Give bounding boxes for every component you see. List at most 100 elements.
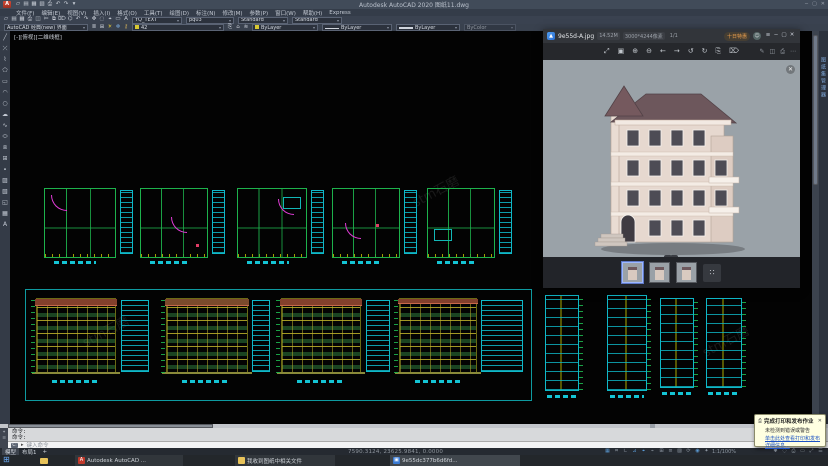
viewer-promo-button[interactable]: 十日特惠 xyxy=(724,32,750,41)
plan-legend-5[interactable] xyxy=(499,190,512,254)
copy-image-icon[interactable]: ⎘ xyxy=(715,48,721,55)
transparency-icon[interactable]: ▨ xyxy=(676,448,683,455)
floor-plan-drawing-4[interactable] xyxy=(332,188,400,258)
copy-icon[interactable]: ⧉ xyxy=(50,17,58,24)
plot-tray-icon[interactable]: ⎙ xyxy=(790,448,797,455)
viewer-menu-icon[interactable]: ≡ xyxy=(764,33,772,40)
tab-layout1[interactable]: 布局1 xyxy=(19,448,40,455)
revcloud-icon[interactable]: ☁ xyxy=(1,110,10,119)
thumbnail-grid-button[interactable]: ∷ xyxy=(703,264,721,282)
elevation-drawing-1[interactable] xyxy=(36,298,116,374)
edit-image-icon[interactable]: ✎ xyxy=(759,49,764,55)
viewer-titlebar[interactable]: ▲ 9e55d-A.jpg 14.52M 3000*4244像素 1/1 十日特… xyxy=(543,29,800,43)
redo-icon[interactable]: ↷ xyxy=(82,17,90,24)
plan-legend-1[interactable] xyxy=(120,190,133,254)
floor-plan-drawing-5[interactable] xyxy=(427,188,495,258)
annotation-monitor-icon[interactable]: ◌ xyxy=(781,448,788,455)
polyline-icon[interactable]: ⌇ xyxy=(1,55,10,64)
maximize-button[interactable]: ▢ xyxy=(812,2,817,7)
command-menu-icon[interactable]: ☰ xyxy=(2,436,6,440)
section-drawing-2[interactable] xyxy=(607,295,647,391)
layer-lock-icon[interactable]: ⚷ xyxy=(122,24,130,31)
print-image-icon[interactable]: ⎙ xyxy=(780,49,785,55)
layer-on-icon[interactable]: ☀ xyxy=(106,24,114,31)
text-style-combo[interactable]: YQ_TEXT▾ xyxy=(132,17,182,24)
floor-plan-drawing-1[interactable] xyxy=(44,188,116,258)
grid-icon[interactable]: ▦ xyxy=(604,448,611,455)
snap-icon[interactable]: ⌗ xyxy=(613,448,620,455)
plan-legend-3[interactable] xyxy=(311,190,324,254)
rotate-left-icon[interactable]: ↺ xyxy=(688,48,694,55)
plan-legend-4[interactable] xyxy=(404,190,417,254)
viewer-close-icon[interactable]: ✕ xyxy=(788,33,796,40)
zoom-out-icon[interactable]: ⊖ xyxy=(646,48,652,55)
command-wrench-icon[interactable]: ✦ xyxy=(2,430,5,434)
workspace-switch-icon[interactable]: ✱ xyxy=(772,448,779,455)
arc-icon[interactable]: ◠ xyxy=(1,88,10,97)
command-history[interactable]: 命令:命令: xyxy=(8,428,828,441)
file-explorer-icon[interactable] xyxy=(40,458,48,464)
thumbnail-3[interactable] xyxy=(676,262,697,283)
redo-icon[interactable]: ↷ xyxy=(62,1,70,8)
autoscale-icon[interactable]: ✦ xyxy=(703,448,710,455)
zoom-realtime-icon[interactable]: ◌ xyxy=(98,17,106,24)
table-icon[interactable]: ▦ xyxy=(1,209,10,218)
viewer-minimize-icon[interactable]: ─ xyxy=(772,33,780,40)
save-icon[interactable]: ▦ xyxy=(18,17,26,24)
saveas-icon[interactable]: ▧ xyxy=(38,1,46,8)
insert-block-icon[interactable]: ⧈ xyxy=(1,143,10,152)
point-icon[interactable]: ∙ xyxy=(1,165,10,174)
isolate-objects-icon[interactable]: ▭ xyxy=(799,448,806,455)
make-current-icon[interactable]: ⎘ xyxy=(226,24,234,31)
viewer-overlay-close-icon[interactable]: ✕ xyxy=(786,65,795,74)
prev-image-icon[interactable]: ← xyxy=(660,48,666,55)
menu-express[interactable]: Express xyxy=(329,10,350,16)
viewer-image-area[interactable]: ✕ xyxy=(543,60,800,257)
plot-icon[interactable]: ⎙ xyxy=(26,17,34,24)
minimize-button[interactable]: ─ xyxy=(805,2,808,7)
elevation-drawing-3[interactable] xyxy=(281,298,361,374)
popup-details-link[interactable]: 单击此处查看打印和发布详细信息... xyxy=(765,435,822,449)
previous-layer-icon[interactable]: ⌂ xyxy=(234,24,242,31)
start-button[interactable]: ⊞ xyxy=(3,456,10,464)
match-properties-icon[interactable]: ⌬ xyxy=(66,17,74,24)
text-style-icon[interactable]: A xyxy=(122,17,130,24)
taskbar-item-image-viewer[interactable]: ▣ 9e55dc377b6d6fd... xyxy=(390,455,520,466)
lineweight-combo[interactable]: ByLayer▾ xyxy=(396,24,460,31)
elevation-drawing-4[interactable] xyxy=(399,298,477,374)
layer-properties-icon[interactable]: ≣ xyxy=(90,24,98,31)
thumbnail-1[interactable] xyxy=(622,262,643,283)
clean-screen-icon[interactable]: ⤢ xyxy=(808,448,815,455)
fit-window-icon[interactable]: ▣ xyxy=(618,48,625,55)
autocad-logo-icon[interactable]: A xyxy=(3,1,11,8)
dim-style-combo[interactable]: pq03▾ xyxy=(186,17,234,24)
undo-icon[interactable]: ↶ xyxy=(74,17,82,24)
properties-icon[interactable]: ▭ xyxy=(114,17,122,24)
close-button[interactable]: ✕ xyxy=(821,2,825,7)
delete-image-icon[interactable]: ⌦ xyxy=(729,48,739,55)
floor-plan-drawing-2[interactable] xyxy=(140,188,208,258)
customize-icon[interactable]: ☰ xyxy=(817,448,824,455)
annotation-visibility-icon[interactable]: ◉ xyxy=(694,448,701,455)
elevation-legend-3[interactable] xyxy=(366,300,390,372)
osnap-icon[interactable]: ⌖ xyxy=(640,448,647,455)
compare-icon[interactable]: ◫ xyxy=(770,49,776,55)
section-drawing-3[interactable] xyxy=(660,298,694,388)
layer-filter-icon[interactable]: ≋ xyxy=(242,24,250,31)
paste-icon[interactable]: ⌦ xyxy=(58,17,66,24)
viewer-avatar[interactable]: ☺ xyxy=(753,32,761,40)
line-icon[interactable]: ╱ xyxy=(1,33,10,42)
section-drawing-4[interactable] xyxy=(706,298,742,388)
taskbar-item-folder[interactable]: 我收到图纸中相关文件 xyxy=(235,455,335,466)
rotate-right-icon[interactable]: ↻ xyxy=(702,48,708,55)
tab-model[interactable]: 模型 xyxy=(2,448,19,455)
lineweight-display-icon[interactable]: ≡ xyxy=(667,448,674,455)
preview-icon[interactable]: ◫ xyxy=(34,17,42,24)
section-drawing-1[interactable] xyxy=(545,295,579,391)
open-icon[interactable]: ▤ xyxy=(22,1,30,8)
polygon-icon[interactable]: ⬠ xyxy=(1,66,10,75)
table-style-combo[interactable]: Standard▾ xyxy=(238,17,288,24)
command-input[interactable]: C: ▸ 键入命令 xyxy=(8,441,828,448)
spline-icon[interactable]: ∿ xyxy=(1,121,10,130)
cut-icon[interactable]: ✄ xyxy=(42,17,50,24)
